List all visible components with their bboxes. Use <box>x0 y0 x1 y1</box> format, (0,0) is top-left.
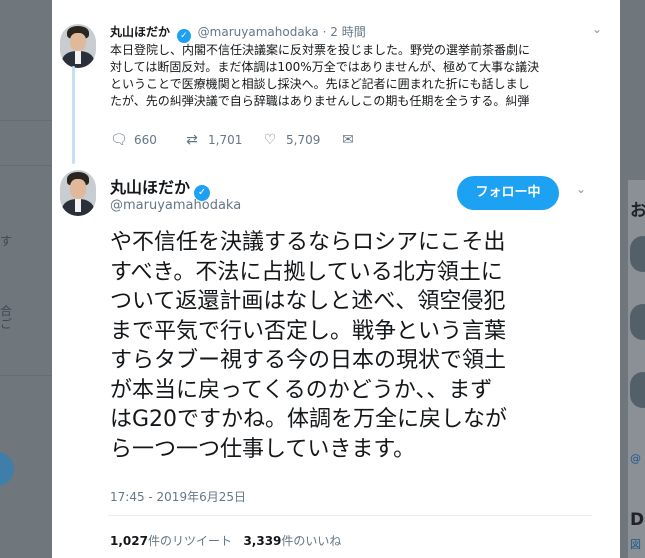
compose-tweet-button[interactable] <box>0 452 14 486</box>
background-avatar <box>630 304 645 340</box>
separator: · <box>322 25 327 39</box>
background-fragment: お <box>630 201 645 221</box>
parent-tweet[interactable]: 丸山ほだか ✓ @maruyamahodaka · 2 時間 ⌄ 本日登院し、内… <box>52 0 620 164</box>
background-fragment: ご <box>0 317 13 331</box>
like-count: 5,709 <box>286 133 321 147</box>
likes-label: 件のいいね <box>281 534 342 548</box>
parent-tweet-time[interactable]: 2 時間 <box>330 25 365 39</box>
background-fragment: D <box>630 510 645 530</box>
tweet-stats: 1,027件のリツイート 3,339件のいいね <box>110 532 341 549</box>
thread-line <box>72 66 75 164</box>
retweets-number: 1,027 <box>110 534 148 548</box>
likes-stat[interactable]: 3,339件のいいね <box>243 534 341 548</box>
background-avatar <box>630 236 645 272</box>
parent-tweet-actions: 🗨︎ 660 ⇄ 1,701 ♡ 5,709 ✉ <box>110 132 410 152</box>
heart-icon: ♡ <box>263 132 277 148</box>
divider <box>108 515 592 516</box>
avatar[interactable] <box>60 24 96 68</box>
parent-author-handle[interactable]: @maruyamahodaka <box>198 25 319 39</box>
parent-author-name[interactable]: 丸山ほだか <box>110 25 170 39</box>
main-tweet-text: や不信任を決議するならロシアにこそ出 すべき。不法に占拠している北方領土に つい… <box>110 230 508 462</box>
parent-tweet-header: 丸山ほだか ✓ @maruyamahodaka · 2 時間 <box>110 24 366 43</box>
verified-badge-icon: ✓ <box>176 29 191 43</box>
parent-tweet-text: 本日登院し、内閣不信任決議案に反対票を投じました。野党の選挙前茶番劇に 対しては… <box>110 43 540 108</box>
tweet-modal: 丸山ほだか ✓ @maruyamahodaka · 2 時間 ⌄ 本日登院し、内… <box>52 0 620 558</box>
retweet-icon: ⇄ <box>186 132 198 148</box>
background-link: 図 <box>630 538 641 551</box>
background-page-left: す 合 ご <box>0 0 52 558</box>
dm-button[interactable]: ✉ <box>340 132 356 148</box>
chevron-down-icon[interactable]: ⌄ <box>576 182 586 196</box>
background-fragment: す <box>0 234 13 248</box>
background-link: @ <box>630 452 641 465</box>
like-button[interactable]: ♡ 5,709 <box>262 132 321 148</box>
envelope-icon: ✉ <box>342 132 354 148</box>
reply-button[interactable]: 🗨︎ 660 <box>110 132 157 148</box>
reply-count: 660 <box>134 133 157 147</box>
likes-number: 3,339 <box>243 534 282 548</box>
chevron-down-icon[interactable]: ⌄ <box>592 22 602 36</box>
tweet-timestamp[interactable]: 17:45 - 2019年6月25日 <box>110 488 246 505</box>
retweets-label: 件のリツイート <box>147 534 232 548</box>
retweets-stat[interactable]: 1,027件のリツイート <box>110 534 232 548</box>
background-page-right: お @ D 図 <box>622 0 645 558</box>
main-author-name[interactable]: 丸山ほだか <box>110 178 190 197</box>
avatar[interactable] <box>60 170 96 216</box>
main-author-handle[interactable]: @maruyamahodaka <box>110 198 241 213</box>
following-button[interactable]: フォロー中 <box>457 176 559 210</box>
main-author-name-row[interactable]: 丸山ほだか ✓ <box>110 174 213 201</box>
retweet-count: 1,701 <box>208 133 243 147</box>
background-avatar <box>630 372 645 408</box>
reply-icon: 🗨︎ <box>110 132 128 148</box>
retweet-button[interactable]: ⇄ 1,701 <box>184 132 242 148</box>
